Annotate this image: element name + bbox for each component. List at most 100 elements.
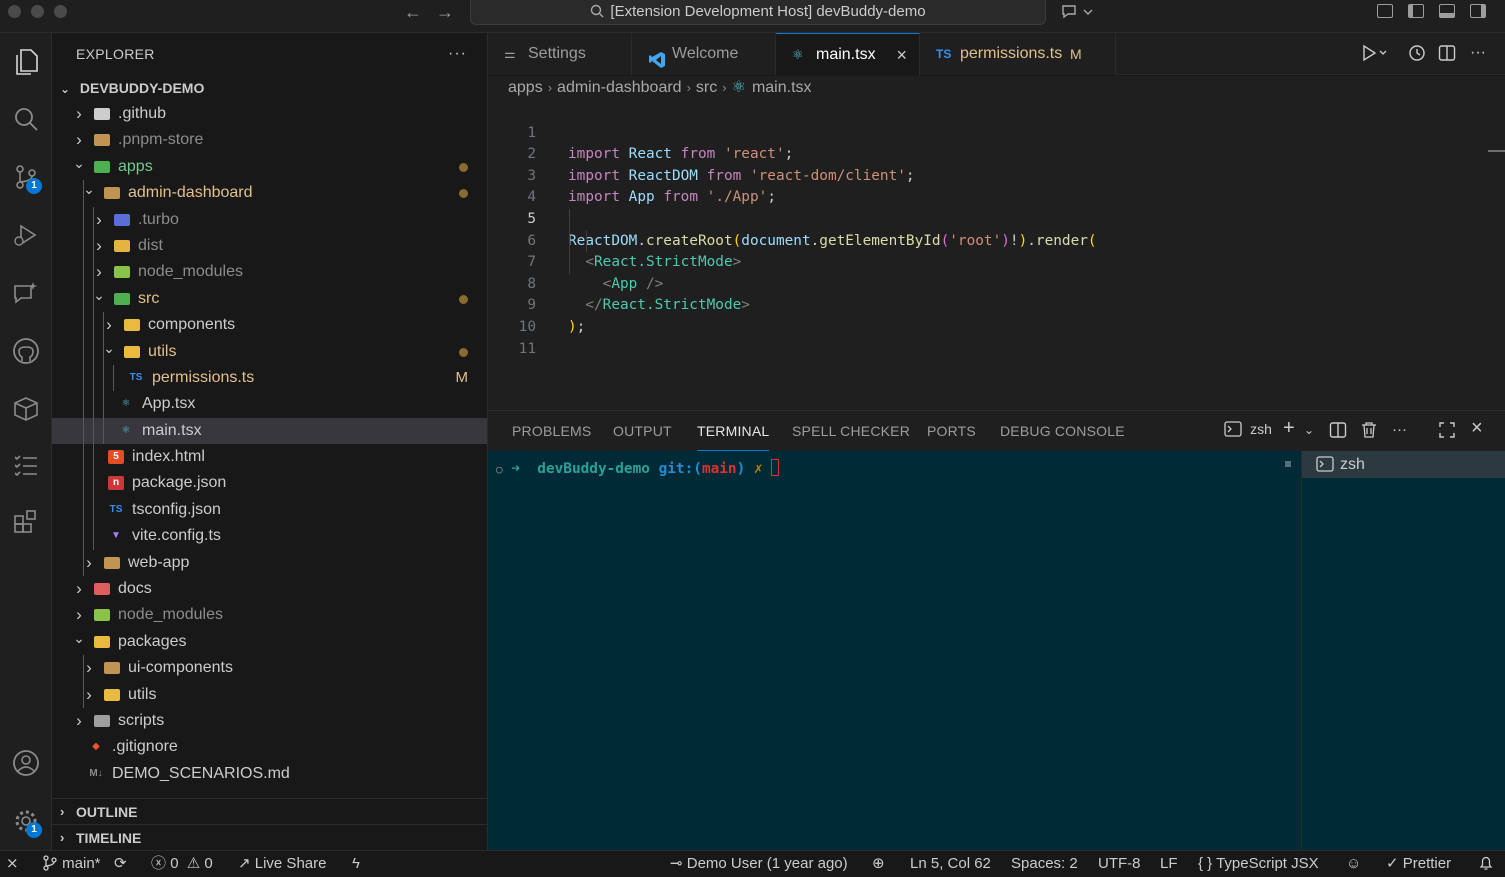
tree-file-item[interactable]: ◆ .gitignore: [52, 734, 487, 760]
split-terminal-icon[interactable]: [1329, 421, 1347, 443]
toggle-secondary-sidebar-icon[interactable]: [1470, 4, 1486, 18]
code-editor[interactable]: 1 import React from 'react'; 2 import Re…: [488, 100, 1505, 410]
source-control-icon[interactable]: 1: [0, 153, 52, 201]
zoom-icon[interactable]: ⊕: [872, 851, 885, 877]
tab-permissions-ts[interactable]: TS permissions.ts M: [920, 33, 1116, 75]
tree-folder-item[interactable]: › components: [52, 312, 487, 339]
tree-folder-item[interactable]: › ui-components: [52, 655, 487, 682]
tree-folder-item[interactable]: ⌄ packages: [52, 629, 487, 655]
terminal-shell-selector[interactable]: zsh: [1224, 421, 1272, 441]
tree-file-item[interactable]: ▼ vite.config.ts: [52, 523, 487, 550]
split-editor-icon[interactable]: [1438, 44, 1456, 67]
tab-terminal[interactable]: TERMINAL: [697, 411, 770, 451]
outline-section[interactable]: › OUTLINE: [52, 798, 487, 824]
tab-debug-console[interactable]: DEBUG CONSOLE: [1000, 411, 1125, 451]
terminal-view[interactable]: ○ ➜ devBuddy-demo git:(main) ✗: [488, 451, 1301, 851]
tree-file-item[interactable]: TS permissions.ts M: [52, 364, 487, 392]
search-icon[interactable]: [0, 95, 52, 143]
copilot-icon[interactable]: ☺: [1346, 851, 1361, 877]
run-debug-icon[interactable]: [0, 211, 52, 259]
tree-folder-item[interactable]: › utils: [52, 681, 487, 708]
breadcrumb-item[interactable]: src: [696, 79, 717, 96]
tree-folder-item[interactable]: ⌄ admin-dashboard: [52, 180, 487, 207]
new-terminal-icon[interactable]: +: [1283, 417, 1295, 440]
tree-file-item[interactable]: 5 index.html: [52, 444, 487, 471]
minimize-window-button[interactable]: [31, 5, 44, 18]
trash-icon[interactable]: [1360, 421, 1378, 443]
tree-folder-item[interactable]: › dist: [52, 232, 487, 260]
tree-item-label: node_modules: [138, 263, 243, 281]
tree-folder-item[interactable]: › docs: [52, 576, 487, 602]
branch-status[interactable]: main*: [42, 851, 101, 877]
explorer-icon[interactable]: [0, 38, 52, 86]
tree-folder-item[interactable]: › .pnpm-store: [52, 127, 487, 153]
more-actions-icon[interactable]: ···: [1470, 44, 1486, 62]
lightning-icon[interactable]: ϟ: [352, 851, 360, 877]
sync-icon[interactable]: ⟳: [114, 851, 127, 877]
github-icon[interactable]: [0, 327, 52, 375]
close-panel-icon[interactable]: ×: [1471, 417, 1483, 440]
live-share-button[interactable]: ↗ Live Share: [238, 851, 326, 877]
close-tab-icon[interactable]: ×: [896, 34, 907, 76]
zoom-window-button[interactable]: [54, 5, 67, 18]
tab-main-tsx[interactable]: ⚛ main.tsx ×: [776, 33, 920, 76]
cursor-position[interactable]: Ln 5, Col 62: [910, 851, 991, 877]
run-file-icon[interactable]: [1362, 44, 1390, 67]
breadcrumb-item[interactable]: apps: [508, 79, 543, 96]
tree-folder-item[interactable]: › .github: [52, 101, 487, 127]
prettier-status[interactable]: ✓ Prettier: [1386, 851, 1451, 877]
command-center-search[interactable]: [Extension Development Host] devBuddy-de…: [470, 0, 1046, 25]
tree-folder-item[interactable]: ⌄ apps: [52, 154, 487, 180]
chat-sparkle-icon[interactable]: [0, 269, 52, 317]
tab-output[interactable]: OUTPUT: [613, 411, 672, 451]
go-back-icon[interactable]: ←: [404, 2, 422, 23]
tree-file-item[interactable]: TS tsconfig.json: [52, 496, 487, 524]
tree-file-item[interactable]: ⚛ App.tsx: [52, 391, 487, 418]
indentation-status[interactable]: Spaces: 2: [1011, 851, 1078, 877]
tree-file-item[interactable]: ⚛ main.tsx: [52, 417, 487, 445]
tab-welcome[interactable]: Welcome: [632, 33, 776, 75]
go-forward-icon[interactable]: →: [436, 2, 454, 23]
tree-folder-item[interactable]: › node_modules: [52, 602, 487, 628]
git-blame-status[interactable]: ⊸ Demo User (1 year ago): [670, 851, 848, 877]
tab-ports[interactable]: PORTS: [927, 411, 976, 451]
tree-folder-item[interactable]: ⌄ utils: [52, 338, 487, 365]
maximize-panel-icon[interactable]: [1438, 421, 1456, 443]
tree-folder-item[interactable]: › node_modules: [52, 259, 487, 286]
timeline-section[interactable]: › TIMELINE: [52, 824, 487, 850]
notifications-bell-icon[interactable]: [1479, 851, 1493, 877]
extensions-icon[interactable]: [0, 497, 52, 545]
checklist-icon[interactable]: [0, 441, 52, 489]
tree-file-item[interactable]: n package.json: [52, 470, 487, 497]
customize-layout-icon[interactable]: [1377, 4, 1393, 18]
breadcrumb-item[interactable]: admin-dashboard: [557, 79, 682, 96]
problems-status[interactable]: ⓧ 0 ⚠ 0: [151, 851, 213, 877]
breadcrumb-item[interactable]: main.tsx: [752, 79, 812, 96]
language-mode[interactable]: { } TypeScript JSX: [1198, 851, 1319, 877]
tree-file-item[interactable]: M↓ DEMO_SCENARIOS.md: [52, 761, 487, 787]
remote-indicator-icon[interactable]: ⨯: [6, 851, 19, 877]
tree-folder-item[interactable]: › web-app: [52, 549, 487, 577]
more-actions-icon[interactable]: ···: [1392, 421, 1407, 438]
tab-problems[interactable]: PROBLEMS: [512, 411, 591, 451]
package-box-icon[interactable]: [0, 385, 52, 433]
encoding-status[interactable]: UTF-8: [1098, 851, 1141, 877]
toggle-primary-sidebar-icon[interactable]: [1408, 4, 1424, 18]
terminal-scrollbar[interactable]: [1285, 461, 1291, 467]
tab-settings[interactable]: ⚌ Settings: [488, 33, 632, 75]
eol-status[interactable]: LF: [1160, 851, 1178, 877]
toggle-panel-icon[interactable]: [1439, 4, 1455, 18]
tree-folder-item[interactable]: › scripts: [52, 708, 487, 734]
chevron-down-icon[interactable]: ⌄: [1304, 423, 1314, 437]
tree-folder-item[interactable]: › .turbo: [52, 206, 487, 233]
workspace-root[interactable]: ⌄ DEVBUDDY-DEMO: [52, 75, 487, 101]
timeline-history-icon[interactable]: [1408, 44, 1426, 67]
tab-spell-checker[interactable]: SPELL CHECKER: [792, 411, 910, 451]
close-window-button[interactable]: [8, 5, 21, 18]
terminal-list-item[interactable]: zsh: [1302, 451, 1505, 478]
tree-folder-item[interactable]: ⌄ src: [52, 285, 487, 313]
explorer-more-actions-icon[interactable]: ···: [448, 33, 467, 75]
chat-icon[interactable]: [1060, 3, 1094, 25]
settings-gear-icon[interactable]: 1: [0, 797, 52, 845]
account-icon[interactable]: [0, 739, 52, 787]
